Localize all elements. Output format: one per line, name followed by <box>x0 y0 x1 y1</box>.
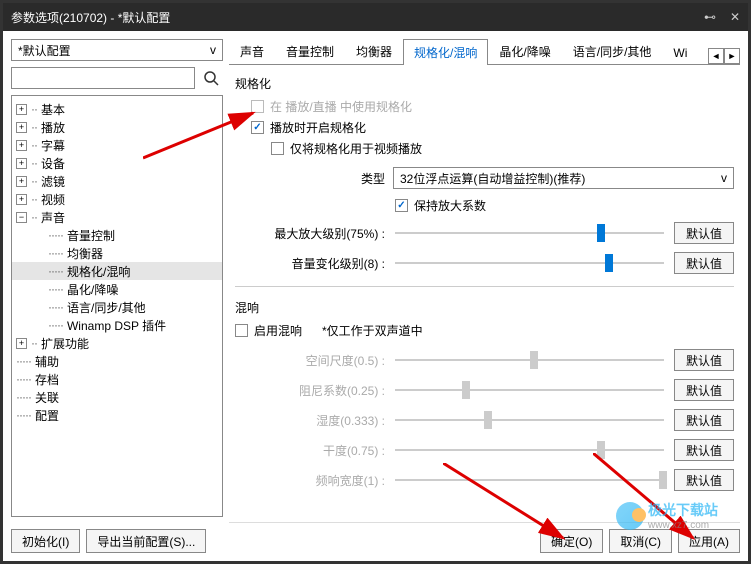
pin-icon[interactable]: ⊷ <box>704 10 716 24</box>
tree-item-label: Winamp DSP 插件 <box>67 317 166 334</box>
ok-button[interactable]: 确定(O) <box>540 529 603 553</box>
search-input[interactable] <box>11 67 195 89</box>
room-default[interactable]: 默认值 <box>674 349 734 371</box>
tree-item-label: 滤镜 <box>41 173 65 190</box>
tree-item[interactable]: +·····关联 <box>12 388 222 406</box>
tab[interactable]: 规格化/混响 <box>403 39 488 65</box>
tree-item[interactable]: +··基本 <box>12 100 222 118</box>
nav-tree: +··基本+··播放+··字幕+··设备+··滤镜+··视频−··声音·····… <box>11 95 223 517</box>
tab[interactable]: Wi <box>662 41 698 64</box>
tree-item-label: 基本 <box>41 101 65 118</box>
tab[interactable]: 音量控制 <box>275 38 345 64</box>
damp-slider <box>395 380 664 400</box>
tree-item-label: 音量控制 <box>67 227 115 244</box>
tab[interactable]: 晶化/降噪 <box>488 38 561 64</box>
width-slider <box>395 470 664 490</box>
max-amp-slider[interactable] <box>395 223 664 243</box>
expand-icon[interactable]: + <box>16 338 27 349</box>
cb-enable-reverb[interactable] <box>235 324 248 337</box>
init-button[interactable]: 初始化(I) <box>11 529 80 553</box>
width-default[interactable]: 默认值 <box>674 469 734 491</box>
expand-icon[interactable]: + <box>16 104 27 115</box>
damp-default[interactable]: 默认值 <box>674 379 734 401</box>
tree-item[interactable]: +·····存档 <box>12 370 222 388</box>
tree-item-label: 辅助 <box>35 353 59 370</box>
tree-item-label: 语言/同步/其他 <box>67 299 146 316</box>
cb-play-normalize[interactable] <box>251 121 264 134</box>
tree-item-label: 均衡器 <box>67 245 103 262</box>
tree-item[interactable]: ·····规格化/混响 <box>12 262 222 280</box>
tree-item[interactable]: ·····音量控制 <box>12 226 222 244</box>
expand-icon[interactable]: + <box>16 176 27 187</box>
tree-item[interactable]: +··播放 <box>12 118 222 136</box>
type-label: 类型 <box>235 170 385 187</box>
cancel-button[interactable]: 取消(C) <box>609 529 672 553</box>
tree-item[interactable]: +·····配置 <box>12 406 222 424</box>
dry-slider <box>395 440 664 460</box>
tabs: 声音音量控制均衡器规格化/混响晶化/降噪语言/同步/其他Wi ◄ ► <box>229 39 740 65</box>
tree-item[interactable]: +··设备 <box>12 154 222 172</box>
tab-scroll-right[interactable]: ► <box>724 48 740 64</box>
tree-item[interactable]: ·····均衡器 <box>12 244 222 262</box>
reverb-group-label: 混响 <box>235 299 734 316</box>
tree-item[interactable]: +··字幕 <box>12 136 222 154</box>
tab[interactable]: 均衡器 <box>345 38 403 64</box>
vol-change-default[interactable]: 默认值 <box>674 252 734 274</box>
tab[interactable]: 语言/同步/其他 <box>562 38 663 64</box>
wet-default[interactable]: 默认值 <box>674 409 734 431</box>
dry-default[interactable]: 默认值 <box>674 439 734 461</box>
tree-item[interactable]: ·····Winamp DSP 插件 <box>12 316 222 334</box>
tree-item-label: 扩展功能 <box>41 335 89 352</box>
tab[interactable]: 声音 <box>229 38 275 64</box>
tree-item[interactable]: ·····晶化/降噪 <box>12 280 222 298</box>
tree-item-label: 关联 <box>35 389 59 406</box>
expand-icon[interactable]: + <box>16 140 27 151</box>
expand-icon[interactable]: + <box>16 158 27 169</box>
tree-item-label: 设备 <box>41 155 65 172</box>
expand-icon[interactable]: + <box>16 194 27 205</box>
tree-item-label: 播放 <box>41 119 65 136</box>
tree-item[interactable]: −··声音 <box>12 208 222 226</box>
search-icon[interactable] <box>199 67 223 89</box>
tree-item[interactable]: +··视频 <box>12 190 222 208</box>
normalize-group-label: 规格化 <box>235 75 734 92</box>
room-slider <box>395 350 664 370</box>
tree-item[interactable]: +·····辅助 <box>12 352 222 370</box>
tab-scroll-left[interactable]: ◄ <box>708 48 724 64</box>
expand-icon[interactable]: + <box>16 122 27 133</box>
config-dropdown[interactable]: *默认配置 v <box>11 39 223 61</box>
wet-slider <box>395 410 664 430</box>
close-icon[interactable]: ✕ <box>730 10 740 24</box>
apply-button[interactable]: 应用(A) <box>678 529 740 553</box>
tree-item-label: 声音 <box>41 209 65 226</box>
tree-item-label: 字幕 <box>41 137 65 154</box>
tree-item[interactable]: +··扩展功能 <box>12 334 222 352</box>
tree-item[interactable]: +··滤镜 <box>12 172 222 190</box>
vol-change-slider[interactable] <box>395 253 664 273</box>
collapse-icon[interactable]: − <box>16 212 27 223</box>
max-amp-default[interactable]: 默认值 <box>674 222 734 244</box>
tree-item-label: 视频 <box>41 191 65 208</box>
tree-item-label: 晶化/降噪 <box>67 281 118 298</box>
reverb-note: *仅工作于双声道中 <box>322 322 423 339</box>
chevron-down-icon: v <box>721 171 727 185</box>
export-button[interactable]: 导出当前配置(S)... <box>86 529 206 553</box>
cb-video-only[interactable] <box>271 142 284 155</box>
window-title: 参数选项(210702) - *默认配置 <box>11 9 704 26</box>
tree-item-label: 配置 <box>35 407 59 424</box>
tree-item-label: 存档 <box>35 371 59 388</box>
cb-live-normalize <box>251 100 264 113</box>
chevron-down-icon: v <box>210 43 216 57</box>
tree-item[interactable]: ·····语言/同步/其他 <box>12 298 222 316</box>
tree-item-label: 规格化/混响 <box>67 263 130 280</box>
type-select[interactable]: 32位浮点运算(自动增益控制)(推荐) v <box>393 167 734 189</box>
cb-keep-coef[interactable] <box>395 199 408 212</box>
titlebar: 参数选项(210702) - *默认配置 ⊷ ✕ <box>3 3 748 31</box>
